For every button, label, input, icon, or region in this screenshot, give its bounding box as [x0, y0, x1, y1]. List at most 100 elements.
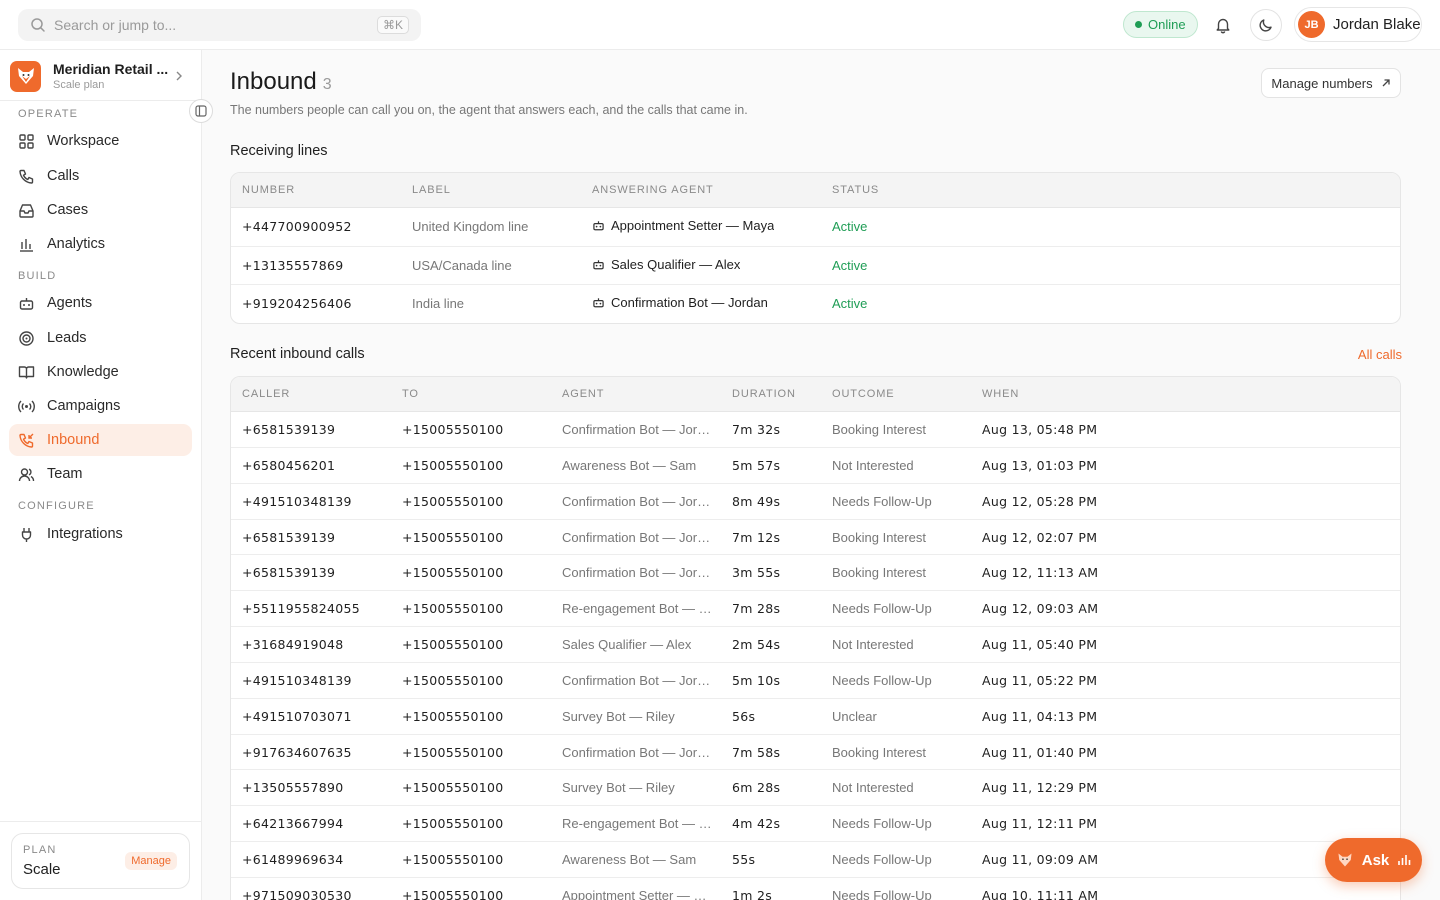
- table-row[interactable]: +6580456201 +15005550100 Awareness Bot — S…: [231, 448, 1400, 484]
- call-when: Aug 12, 11:13 AM: [982, 565, 1099, 581]
- call-agent: Survey Bot — Riley: [562, 708, 675, 724]
- call-duration: 4m 42s: [732, 816, 781, 832]
- call-when: Aug 11, 04:13 PM: [982, 708, 1098, 724]
- search-placeholder: Search or jump to...: [54, 17, 177, 33]
- sidebar-item-inbound[interactable]: Inbound: [9, 424, 192, 456]
- call-duration: 2m 54s: [732, 637, 781, 653]
- search-shortcut: ⌘K: [376, 16, 409, 34]
- call-when: Aug 12, 02:07 PM: [982, 529, 1098, 545]
- line-label: India line: [412, 296, 465, 311]
- table-row[interactable]: +491510348139 +15005550100 Confirmation Bo…: [231, 484, 1400, 520]
- user-menu[interactable]: JB Jordan Blake: [1294, 7, 1422, 42]
- answering-agent: Appointment Setter — Maya: [592, 218, 774, 233]
- column-header: OUTCOME: [832, 388, 895, 400]
- phone-icon: [18, 168, 35, 185]
- call-outcome: Booking Interest: [832, 744, 926, 760]
- line-number: +447700900952: [242, 219, 352, 234]
- call-outcome: Unclear: [832, 708, 877, 724]
- call-agent: Confirmation Bot — Jordan: [562, 672, 717, 688]
- caller-number: +917634607635: [242, 744, 352, 760]
- table-row[interactable]: +13135557869 USA/Canada line Sales Qualifi…: [231, 247, 1400, 285]
- call-outcome: Not Interested: [832, 457, 914, 473]
- call-outcome: Needs Follow-Up: [832, 672, 932, 688]
- status-label: Online: [1148, 17, 1186, 32]
- table-row[interactable]: +919204256406 India line Confirmation Bot …: [231, 285, 1400, 323]
- answering-agent: Confirmation Bot — Jordan: [592, 295, 768, 310]
- to-number: +15005550100: [402, 780, 504, 796]
- to-number: +15005550100: [402, 852, 504, 868]
- search-input[interactable]: Search or jump to... ⌘K: [18, 9, 421, 41]
- table-row[interactable]: +6581539139 +15005550100 Confirmation Bot …: [231, 412, 1400, 448]
- all-calls-link[interactable]: All calls: [1358, 347, 1402, 362]
- call-agent: Appointment Setter — Ma...: [562, 887, 717, 900]
- sidebar-item-label: Knowledge: [47, 364, 119, 380]
- call-outcome: Needs Follow-Up: [832, 601, 932, 617]
- table-row[interactable]: +491510703071 +15005550100 Survey Bot — Ri…: [231, 699, 1400, 735]
- table-row[interactable]: +5511955824055 +15005550100 Re-engagement …: [231, 591, 1400, 628]
- line-number: +919204256406: [242, 296, 352, 311]
- sidebar: Meridian Retail ... Scale plan OPERATE W…: [0, 50, 213, 900]
- ask-assistant-button[interactable]: Ask: [1325, 838, 1422, 882]
- manage-plan-button[interactable]: Manage: [125, 852, 177, 870]
- line-label: USA/Canada line: [412, 257, 512, 273]
- call-duration: 5m 57s: [732, 457, 781, 473]
- call-duration: 7m 32s: [732, 422, 781, 437]
- plan-card: PLAN Scale Manage: [11, 833, 190, 889]
- sidebar-item-campaigns[interactable]: Campaigns: [9, 390, 192, 422]
- agent-name: Confirmation Bot — Jordan: [611, 295, 768, 310]
- sidebar-item-analytics[interactable]: Analytics: [9, 228, 192, 260]
- plug-icon: [18, 526, 35, 543]
- sidebar-item-agents[interactable]: Agents: [9, 287, 192, 319]
- to-number: +15005550100: [402, 672, 504, 688]
- user-name: Jordan Blake: [1333, 16, 1421, 33]
- table-row[interactable]: +61489969634 +15005550100 Awareness Bot — …: [231, 842, 1400, 878]
- to-number: +15005550100: [402, 565, 504, 581]
- sidebar-item-label: Team: [47, 466, 83, 482]
- caller-number: +491510703071: [242, 708, 352, 724]
- plan-label: PLAN: [23, 844, 57, 856]
- phone-incoming-icon: [18, 432, 35, 449]
- book-icon: [18, 364, 35, 381]
- call-outcome: Not Interested: [832, 780, 914, 796]
- notifications-button[interactable]: [1207, 9, 1239, 41]
- divider: [0, 821, 201, 822]
- inbox-icon: [18, 202, 35, 219]
- moon-icon: [1258, 17, 1274, 33]
- sidebar-item-leads[interactable]: Leads: [9, 322, 192, 354]
- call-when: Aug 12, 09:03 AM: [982, 601, 1099, 617]
- call-duration: 55s: [732, 852, 756, 868]
- call-agent: Confirmation Bot — Jordan: [562, 744, 717, 760]
- sidebar-item-cases[interactable]: Cases: [9, 194, 192, 226]
- table-row[interactable]: +917634607635 +15005550100 Confirmation Bo…: [231, 735, 1400, 771]
- sidebar-item-integrations[interactable]: Integrations: [9, 518, 192, 550]
- org-switcher[interactable]: Meridian Retail ... Scale plan: [10, 58, 190, 94]
- agent-name: Sales Qualifier — Alex: [611, 256, 741, 272]
- sidebar-item-calls[interactable]: Calls: [9, 160, 192, 192]
- table-row[interactable]: +13505557890 +15005550100 Survey Bot — Ril…: [231, 770, 1400, 807]
- table-row[interactable]: +64213667994 +15005550100 Re-engagement Bo…: [231, 806, 1400, 843]
- sidebar-item-label: Inbound: [47, 432, 100, 448]
- call-duration: 8m 49s: [732, 493, 781, 509]
- collapse-sidebar-button[interactable]: [189, 99, 213, 123]
- to-number: +15005550100: [402, 422, 504, 437]
- sidebar-item-knowledge[interactable]: Knowledge: [9, 356, 192, 388]
- receiving-lines-table: NUMBER LABEL ANSWERING AGENT STATUS +447…: [230, 172, 1401, 324]
- sidebar-item-workspace[interactable]: Workspace: [9, 125, 192, 157]
- main-content: Inbound 3 The numbers people can call yo…: [202, 50, 1440, 900]
- sidebar-item-team[interactable]: Team: [9, 458, 192, 490]
- table-row[interactable]: +6581539139 +15005550100 Confirmation Bot …: [231, 520, 1400, 556]
- column-header: DURATION: [732, 388, 796, 400]
- search-icon: [30, 17, 46, 33]
- table-row[interactable]: +971509030530 +15005550100 Appointment Set…: [231, 878, 1400, 900]
- table-row[interactable]: +447700900952 United Kingdom line Appointm…: [231, 208, 1400, 247]
- caller-number: +6580456201: [242, 457, 336, 473]
- manage-numbers-button[interactable]: Manage numbers: [1261, 68, 1401, 98]
- table-row[interactable]: +491510348139 +15005550100 Confirmation Bo…: [231, 663, 1400, 699]
- broadcast-icon: [18, 398, 35, 415]
- call-when: Aug 11, 01:40 PM: [982, 744, 1098, 760]
- table-row[interactable]: +31684919048 +15005550100 Sales Qualifier …: [231, 627, 1400, 663]
- table-row[interactable]: +6581539139 +15005550100 Confirmation Bot …: [231, 555, 1400, 592]
- page-title-count: 3: [322, 76, 332, 93]
- theme-toggle-button[interactable]: [1250, 9, 1282, 41]
- caller-number: +6581539139: [242, 422, 336, 437]
